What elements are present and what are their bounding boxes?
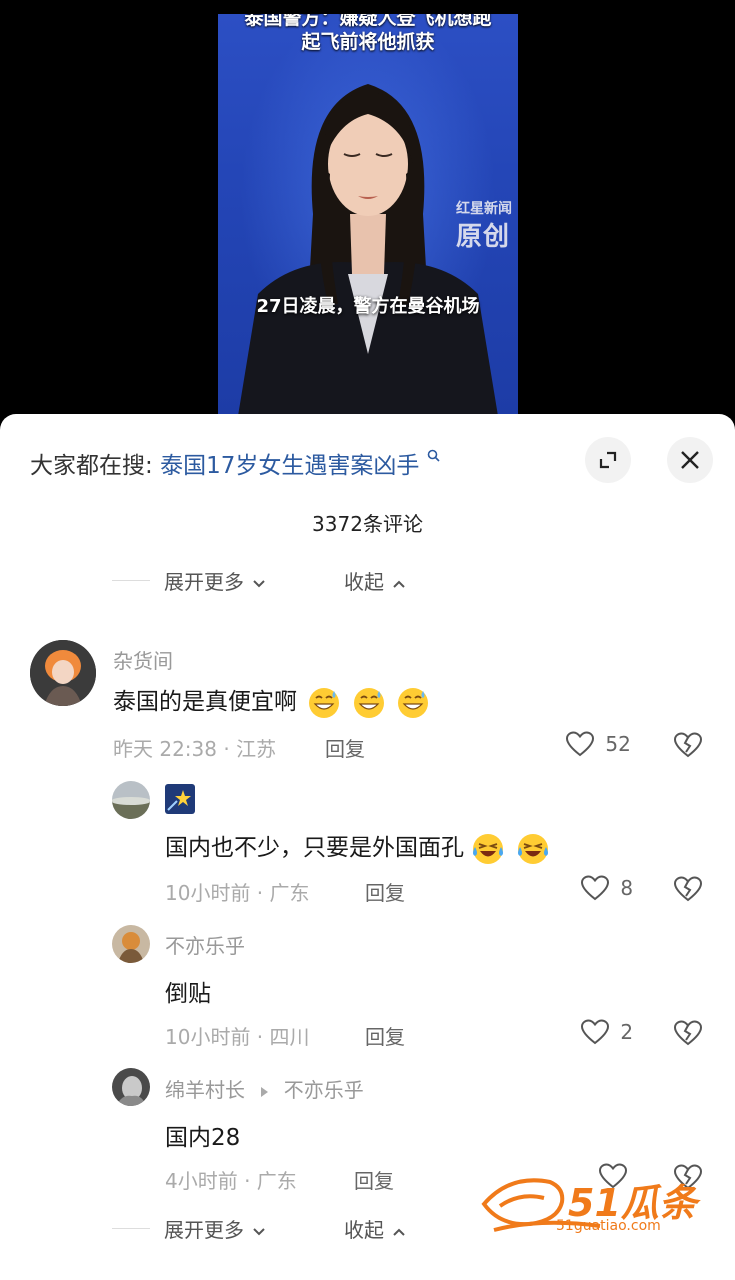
reply-target[interactable]: 不亦乐乎 [284,1078,364,1102]
comment-text-body: 泰国的是真便宜啊 [113,689,297,715]
like-button[interactable]: 8 [580,874,633,904]
comment-time-location: 10小时前 · 四川 [165,1025,310,1049]
comment-username[interactable]: 绵羊村长 不亦乐乎 [165,1074,364,1103]
laugh-cry-emoji-icon [473,833,504,864]
divider-line [112,1228,150,1229]
reply-arrow-icon [261,1086,269,1097]
comment-text: 国内也不少，只要是外国面孔 [165,828,550,866]
divider-line [112,580,150,581]
expand-more-replies-button[interactable]: 展开更多 [164,1214,266,1243]
avatar-image [112,781,150,819]
comment-time-location: 4小时前 · 广东 [165,1169,297,1193]
search-icon [427,449,440,462]
comment-text: 泰国的是真便宜啊 [113,682,430,720]
chevron-down-icon [253,1227,266,1235]
chevron-up-icon [393,1228,406,1236]
comment-username[interactable]: 杂货间 [113,645,173,674]
replies-fold-row-bottom: 展开更多 收起 [112,1214,492,1242]
expand-more-label: 展开更多 [164,570,244,594]
comment-text: 倒贴 [165,981,211,1007]
collapse-label: 收起 [344,1218,384,1242]
comment-time-location: 昨天 22:38 · 江苏 [113,737,277,761]
avatar-image [112,925,150,963]
like-count: 52 [605,732,631,756]
grin-sweat-emoji-icon [353,687,384,718]
reply-button[interactable]: 回复 [354,1165,394,1194]
avatar[interactable] [112,925,150,963]
chevron-down-icon [253,579,266,587]
video-player[interactable]: 泰国警方：嫌疑人登飞机想跑 起飞前将他抓获 红星新闻 原创 27日凌晨，警方在曼… [218,14,518,416]
avatar-image [112,1068,150,1106]
like-count: 8 [620,876,634,900]
news-watermark-small: 红星新闻 [456,201,512,217]
grin-sweat-emoji-icon [309,687,340,718]
comment-count: 3372条评论 [312,512,423,536]
shooting-star-icon [165,784,195,814]
grin-sweat-emoji-icon [397,687,428,718]
comment-username[interactable]: 不亦乐乎 [165,930,245,959]
broken-heart-icon[interactable] [673,875,703,903]
close-icon [681,451,699,469]
broken-heart-icon[interactable] [673,731,703,759]
search-prefix: 大家都在搜: [30,453,153,479]
like-count: 2 [620,1020,634,1044]
comment-time-location: 10小时前 · 广东 [165,881,310,905]
chevron-up-icon [393,580,406,588]
like-button[interactable]: 2 [580,1018,633,1048]
avatar-image [30,640,96,706]
comment-username[interactable] [165,784,195,819]
avatar[interactable] [112,781,150,819]
replies-fold-row-top: 展开更多 收起 [112,566,492,594]
video-headline: 泰国警方：嫌疑人登飞机想跑 起飞前将他抓获 [218,14,518,54]
expand-icon [599,451,617,469]
expand-sheet-button[interactable] [585,437,631,483]
expand-more-label: 展开更多 [164,1218,244,1242]
site-watermark-url: 51guatiao.com [556,1218,661,1234]
collapse-replies-button[interactable]: 收起 [344,566,406,595]
close-sheet-button[interactable] [667,437,713,483]
expand-more-replies-button[interactable]: 展开更多 [164,566,266,595]
heart-outline-icon [580,875,610,901]
headline-line-1: 泰国警方：嫌疑人登飞机想跑 [244,14,492,29]
collapse-label: 收起 [344,570,384,594]
reply-button[interactable]: 回复 [365,1021,405,1050]
collapse-replies-button[interactable]: 收起 [344,1214,406,1243]
trending-search-bar[interactable]: 大家都在搜: 泰国17岁女生遇害案凶手 [30,446,441,479]
news-watermark-large: 原创 [456,222,511,252]
reply-button[interactable]: 回复 [325,733,365,762]
heart-outline-icon [580,1019,610,1045]
headline-line-2: 起飞前将他抓获 [301,31,435,53]
laugh-cry-emoji-icon [517,833,548,864]
video-subtitle: 27日凌晨，警方在曼谷机场 [256,296,480,317]
like-button[interactable]: 52 [565,730,631,760]
avatar[interactable] [112,1068,150,1106]
reply-author[interactable]: 绵羊村长 [165,1078,245,1102]
avatar[interactable] [30,640,96,706]
search-query-link[interactable]: 泰国17岁女生遇害案凶手 [160,453,419,479]
heart-outline-icon [565,731,595,757]
comment-text: 国内28 [165,1125,241,1151]
comment-text-body: 国内也不少，只要是外国面孔 [165,835,464,861]
reply-button[interactable]: 回复 [365,877,405,906]
broken-heart-icon[interactable] [673,1019,703,1047]
